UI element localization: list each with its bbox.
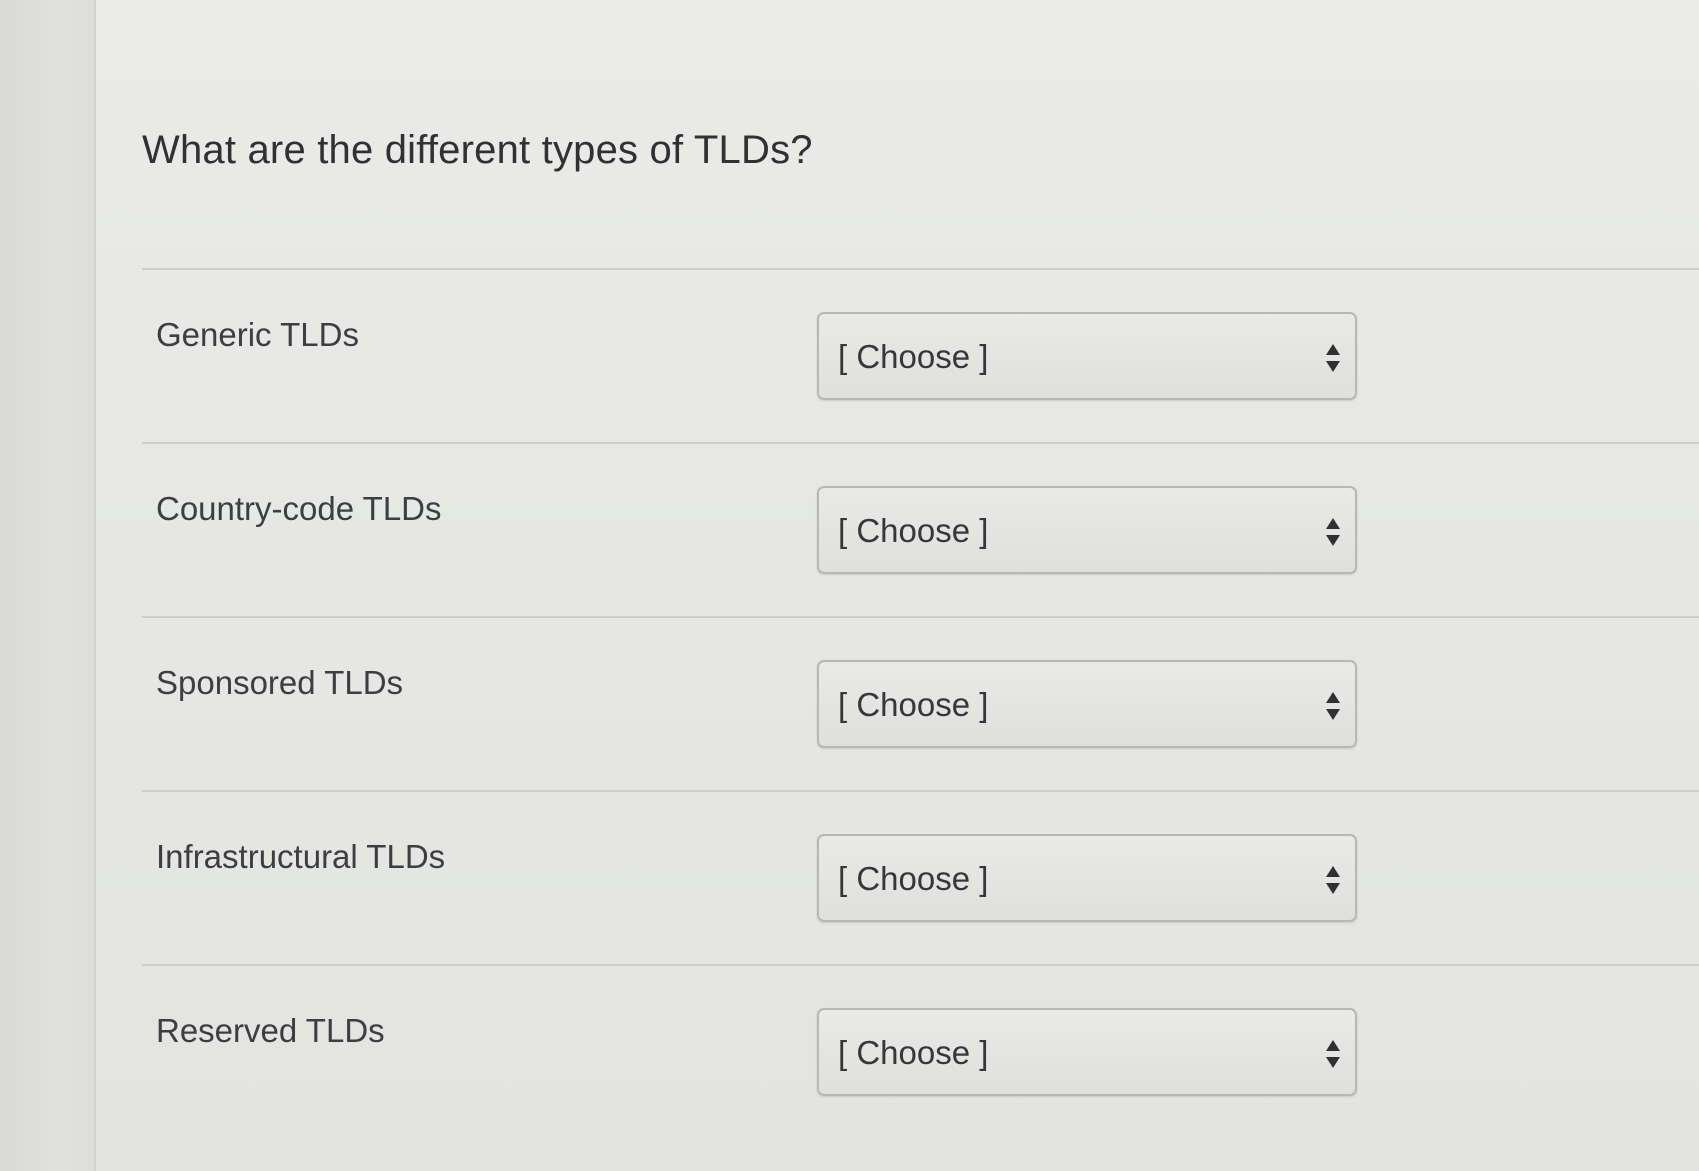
select-value: [ Choose ] — [838, 686, 989, 723]
select-value: [ Choose ] — [838, 512, 989, 549]
term-label: Sponsored TLDs — [156, 664, 404, 701]
answer-select[interactable]: [ Choose ] — [817, 1008, 1357, 1096]
match-row-reserved: Reserved TLDs [ Choose ] — [142, 964, 1699, 1138]
term-label: Reserved TLDs — [156, 1012, 385, 1049]
select-value: [ Choose ] — [838, 338, 989, 375]
term-label: Infrastructural TLDs — [156, 838, 446, 875]
term-label: Generic TLDs — [156, 316, 359, 353]
answer-select[interactable]: [ Choose ] — [817, 486, 1357, 574]
up-down-arrows-icon — [1326, 866, 1340, 894]
select-value: [ Choose ] — [838, 860, 989, 897]
quiz-question-panel: What are the different types of TLDs? Ge… — [96, 0, 1699, 1171]
match-row-infrastructural: Infrastructural TLDs [ Choose ] — [142, 790, 1699, 964]
left-sidebar-gutter — [0, 0, 96, 1171]
match-row-country-code: Country-code TLDs [ Choose ] — [142, 442, 1699, 616]
matching-list: Generic TLDs [ Choose ] Country-code TLD… — [142, 268, 1699, 1138]
answer-select[interactable]: [ Choose ] — [817, 660, 1357, 748]
select-value: [ Choose ] — [838, 1034, 989, 1071]
up-down-arrows-icon — [1326, 692, 1340, 720]
up-down-arrows-icon — [1326, 344, 1340, 372]
answer-select[interactable]: [ Choose ] — [817, 312, 1357, 400]
match-row-sponsored: Sponsored TLDs [ Choose ] — [142, 616, 1699, 790]
answer-select[interactable]: [ Choose ] — [817, 834, 1357, 922]
up-down-arrows-icon — [1326, 518, 1340, 546]
question-title: What are the different types of TLDs? — [142, 128, 813, 172]
match-row-generic: Generic TLDs [ Choose ] — [142, 268, 1699, 442]
up-down-arrows-icon — [1326, 1040, 1340, 1068]
term-label: Country-code TLDs — [156, 490, 442, 527]
